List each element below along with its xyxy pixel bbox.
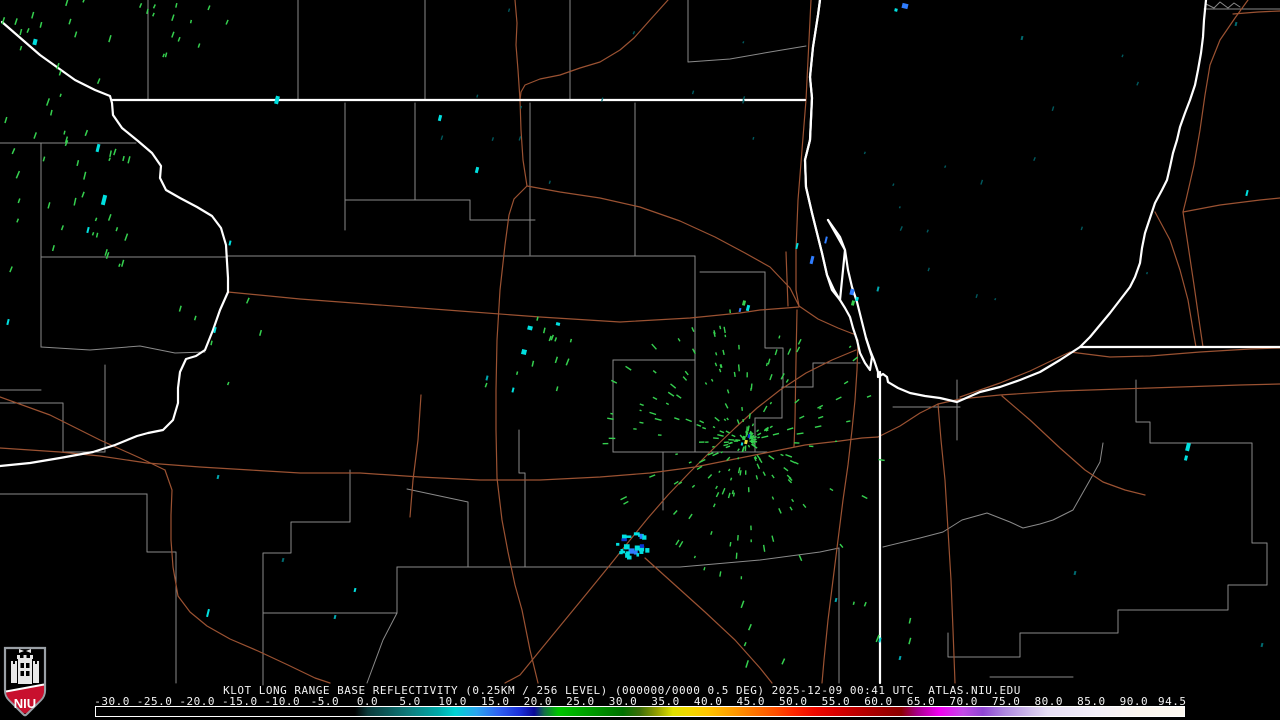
reflectivity-colorbar xyxy=(95,706,1185,717)
radar-echo xyxy=(658,434,662,436)
radar-echo xyxy=(626,551,630,556)
radar-echo xyxy=(640,534,643,539)
radar-echo xyxy=(750,526,752,531)
radar-echo xyxy=(609,438,616,440)
radar-echo xyxy=(645,548,649,553)
radar-echo xyxy=(636,553,639,556)
radar-echo xyxy=(746,426,748,430)
radar-echo xyxy=(616,543,619,546)
radar-echo xyxy=(745,470,746,474)
radar-echo xyxy=(621,538,626,541)
radar-echo xyxy=(750,539,752,542)
radar-echo xyxy=(634,532,640,535)
radar-echo xyxy=(622,551,625,554)
radar-echo xyxy=(699,441,705,443)
radar-echo xyxy=(705,441,708,443)
radar-echo xyxy=(603,443,609,445)
radar-echo xyxy=(748,487,750,492)
radar-echo xyxy=(835,441,837,442)
radar-echo xyxy=(619,551,622,554)
radar-echo xyxy=(741,576,742,579)
radar-echo xyxy=(627,556,632,560)
radar-echo xyxy=(624,544,630,549)
radar-echo xyxy=(642,535,646,539)
radar-echo xyxy=(746,372,747,377)
radar-echo xyxy=(639,550,643,554)
niu-logo-text: NIU xyxy=(14,696,36,711)
radar-echo xyxy=(794,442,799,444)
radar-echo xyxy=(626,535,632,538)
radar-echo xyxy=(635,546,640,551)
radar-viewer-screen: NIU KLOT LONG RANGE BASE REFLECTIVITY (0… xyxy=(0,0,1280,720)
radar-echo xyxy=(640,544,644,548)
radar-map xyxy=(0,0,1280,720)
niu-logo: NIU xyxy=(3,646,47,718)
